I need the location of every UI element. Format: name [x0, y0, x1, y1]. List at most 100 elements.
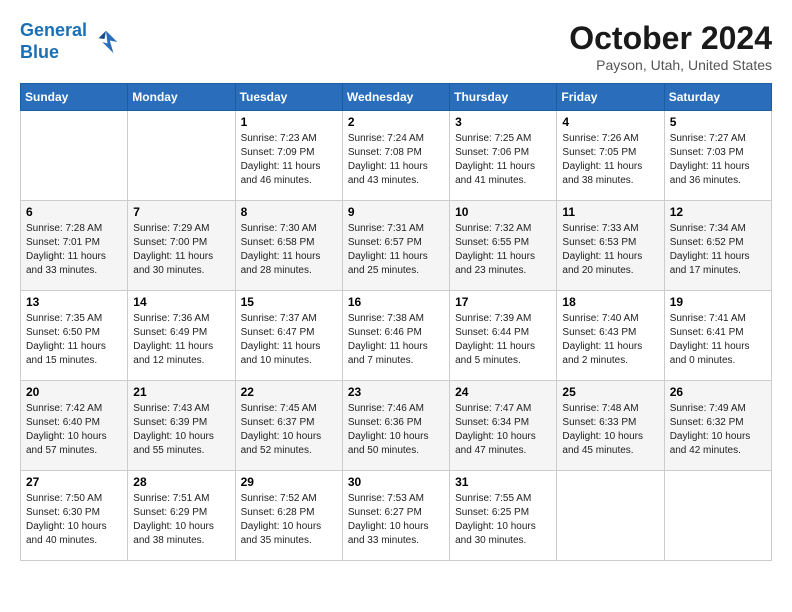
day-info: Sunrise: 7:24 AM Sunset: 7:08 PM Dayligh…	[348, 132, 444, 188]
calendar-day-cell: 30Sunrise: 7:53 AM Sunset: 6:27 PM Dayli…	[342, 471, 449, 561]
calendar-day-cell: 13 Sunrise: 7:35 AM Sunset: 6:50 PM Dayli…	[21, 291, 128, 381]
location: Payson, Utah, United States	[569, 57, 772, 73]
day-info: Sunrise: 7:29 AM Sunset: 7:00 PM Dayligh…	[133, 222, 229, 278]
day-info: Sunrise: 7:51 AM Sunset: 6:29 PM Dayligh…	[133, 492, 229, 548]
day-info: Sunrise: 7:25 AM Sunset: 7:06 PM Dayligh…	[455, 132, 551, 188]
day-number: 17	[455, 295, 551, 309]
day-info: Sunrise: 7:33 AM Sunset: 6:53 PM Dayligh…	[562, 222, 658, 278]
calendar-week-row: 27Sunrise: 7:50 AM Sunset: 6:30 PM Dayli…	[21, 471, 772, 561]
day-info: Sunrise: 7:52 AM Sunset: 6:28 PM Dayligh…	[241, 492, 337, 548]
calendar-day-cell: 5 Sunrise: 7:27 AM Sunset: 7:03 PM Daylig…	[664, 111, 771, 201]
title-section: October 2024 Payson, Utah, United States	[569, 20, 772, 73]
day-number: 19	[670, 295, 766, 309]
day-info: Sunrise: 7:47 AM Sunset: 6:34 PM Dayligh…	[455, 402, 551, 458]
calendar-table: SundayMondayTuesdayWednesdayThursdayFrid…	[20, 83, 772, 561]
calendar-day-cell	[21, 111, 128, 201]
day-info: Sunrise: 7:43 AM Sunset: 6:39 PM Dayligh…	[133, 402, 229, 458]
weekday-header-saturday: Saturday	[664, 84, 771, 111]
calendar-day-cell: 1Sunrise: 7:23 AM Sunset: 7:09 PM Daylig…	[235, 111, 342, 201]
calendar-day-cell: 6Sunrise: 7:28 AM Sunset: 7:01 PM Daylig…	[21, 201, 128, 291]
calendar-day-cell: 11 Sunrise: 7:33 AM Sunset: 6:53 PM Dayli…	[557, 201, 664, 291]
day-info: Sunrise: 7:53 AM Sunset: 6:27 PM Dayligh…	[348, 492, 444, 548]
calendar-day-cell: 10 Sunrise: 7:32 AM Sunset: 6:55 PM Dayli…	[450, 201, 557, 291]
logo-text: GeneralBlue	[20, 20, 87, 63]
day-number: 22	[241, 385, 337, 399]
calendar-day-cell: 22 Sunrise: 7:45 AM Sunset: 6:37 PM Dayli…	[235, 381, 342, 471]
day-number: 8	[241, 205, 337, 219]
day-number: 31	[455, 475, 551, 489]
calendar-week-row: 20Sunrise: 7:42 AM Sunset: 6:40 PM Dayli…	[21, 381, 772, 471]
calendar-day-cell: 7Sunrise: 7:29 AM Sunset: 7:00 PM Daylig…	[128, 201, 235, 291]
day-number: 23	[348, 385, 444, 399]
day-info: Sunrise: 7:46 AM Sunset: 6:36 PM Dayligh…	[348, 402, 444, 458]
calendar-day-cell: 16 Sunrise: 7:38 AM Sunset: 6:46 PM Dayli…	[342, 291, 449, 381]
day-number: 12	[670, 205, 766, 219]
calendar-day-cell: 26Sunrise: 7:49 AM Sunset: 6:32 PM Dayli…	[664, 381, 771, 471]
calendar-day-cell: 2 Sunrise: 7:24 AM Sunset: 7:08 PM Daylig…	[342, 111, 449, 201]
day-number: 1	[241, 115, 337, 129]
day-number: 9	[348, 205, 444, 219]
weekday-header-friday: Friday	[557, 84, 664, 111]
logo: GeneralBlue	[20, 20, 121, 63]
day-number: 20	[26, 385, 122, 399]
day-number: 25	[562, 385, 658, 399]
day-number: 4	[562, 115, 658, 129]
calendar-day-cell: 20Sunrise: 7:42 AM Sunset: 6:40 PM Dayli…	[21, 381, 128, 471]
day-info: Sunrise: 7:50 AM Sunset: 6:30 PM Dayligh…	[26, 492, 122, 548]
calendar-body: 1Sunrise: 7:23 AM Sunset: 7:09 PM Daylig…	[21, 111, 772, 561]
day-info: Sunrise: 7:38 AM Sunset: 6:46 PM Dayligh…	[348, 312, 444, 368]
day-number: 3	[455, 115, 551, 129]
calendar-day-cell: 25 Sunrise: 7:48 AM Sunset: 6:33 PM Dayli…	[557, 381, 664, 471]
calendar-day-cell: 3 Sunrise: 7:25 AM Sunset: 7:06 PM Daylig…	[450, 111, 557, 201]
day-number: 2	[348, 115, 444, 129]
day-info: Sunrise: 7:41 AM Sunset: 6:41 PM Dayligh…	[670, 312, 766, 368]
day-number: 14	[133, 295, 229, 309]
day-info: Sunrise: 7:32 AM Sunset: 6:55 PM Dayligh…	[455, 222, 551, 278]
calendar-day-cell: 28 Sunrise: 7:51 AM Sunset: 6:29 PM Dayli…	[128, 471, 235, 561]
day-number: 5	[670, 115, 766, 129]
day-info: Sunrise: 7:27 AM Sunset: 7:03 PM Dayligh…	[670, 132, 766, 188]
weekday-header-sunday: Sunday	[21, 84, 128, 111]
day-number: 10	[455, 205, 551, 219]
day-info: Sunrise: 7:40 AM Sunset: 6:43 PM Dayligh…	[562, 312, 658, 368]
day-number: 13	[26, 295, 122, 309]
calendar-week-row: 13 Sunrise: 7:35 AM Sunset: 6:50 PM Dayli…	[21, 291, 772, 381]
day-info: Sunrise: 7:26 AM Sunset: 7:05 PM Dayligh…	[562, 132, 658, 188]
day-number: 24	[455, 385, 551, 399]
day-number: 16	[348, 295, 444, 309]
day-info: Sunrise: 7:31 AM Sunset: 6:57 PM Dayligh…	[348, 222, 444, 278]
day-number: 15	[241, 295, 337, 309]
calendar-day-cell	[557, 471, 664, 561]
calendar-day-cell: 17 Sunrise: 7:39 AM Sunset: 6:44 PM Dayli…	[450, 291, 557, 381]
calendar-day-cell: 4 Sunrise: 7:26 AM Sunset: 7:05 PM Daylig…	[557, 111, 664, 201]
calendar-day-cell: 9 Sunrise: 7:31 AM Sunset: 6:57 PM Daylig…	[342, 201, 449, 291]
day-number: 11	[562, 205, 658, 219]
day-info: Sunrise: 7:35 AM Sunset: 6:50 PM Dayligh…	[26, 312, 122, 368]
day-info: Sunrise: 7:30 AM Sunset: 6:58 PM Dayligh…	[241, 222, 337, 278]
calendar-day-cell: 19 Sunrise: 7:41 AM Sunset: 6:41 PM Dayli…	[664, 291, 771, 381]
day-info: Sunrise: 7:48 AM Sunset: 6:33 PM Dayligh…	[562, 402, 658, 458]
calendar-week-row: 1Sunrise: 7:23 AM Sunset: 7:09 PM Daylig…	[21, 111, 772, 201]
page-header: GeneralBlue October 2024 Payson, Utah, U…	[20, 20, 772, 73]
calendar-day-cell: 27Sunrise: 7:50 AM Sunset: 6:30 PM Dayli…	[21, 471, 128, 561]
weekday-header-monday: Monday	[128, 84, 235, 111]
logo-bird-icon	[91, 27, 121, 57]
day-info: Sunrise: 7:39 AM Sunset: 6:44 PM Dayligh…	[455, 312, 551, 368]
day-number: 18	[562, 295, 658, 309]
calendar-day-cell: 18 Sunrise: 7:40 AM Sunset: 6:43 PM Dayli…	[557, 291, 664, 381]
day-info: Sunrise: 7:55 AM Sunset: 6:25 PM Dayligh…	[455, 492, 551, 548]
day-number: 21	[133, 385, 229, 399]
weekday-header-row: SundayMondayTuesdayWednesdayThursdayFrid…	[21, 84, 772, 111]
day-number: 28	[133, 475, 229, 489]
calendar-day-cell: 12 Sunrise: 7:34 AM Sunset: 6:52 PM Dayli…	[664, 201, 771, 291]
day-number: 29	[241, 475, 337, 489]
weekday-header-wednesday: Wednesday	[342, 84, 449, 111]
calendar-day-cell: 24 Sunrise: 7:47 AM Sunset: 6:34 PM Dayli…	[450, 381, 557, 471]
calendar-week-row: 6Sunrise: 7:28 AM Sunset: 7:01 PM Daylig…	[21, 201, 772, 291]
day-info: Sunrise: 7:28 AM Sunset: 7:01 PM Dayligh…	[26, 222, 122, 278]
day-info: Sunrise: 7:36 AM Sunset: 6:49 PM Dayligh…	[133, 312, 229, 368]
calendar-day-cell: 15Sunrise: 7:37 AM Sunset: 6:47 PM Dayli…	[235, 291, 342, 381]
day-info: Sunrise: 7:45 AM Sunset: 6:37 PM Dayligh…	[241, 402, 337, 458]
day-info: Sunrise: 7:34 AM Sunset: 6:52 PM Dayligh…	[670, 222, 766, 278]
month-title: October 2024	[569, 20, 772, 57]
